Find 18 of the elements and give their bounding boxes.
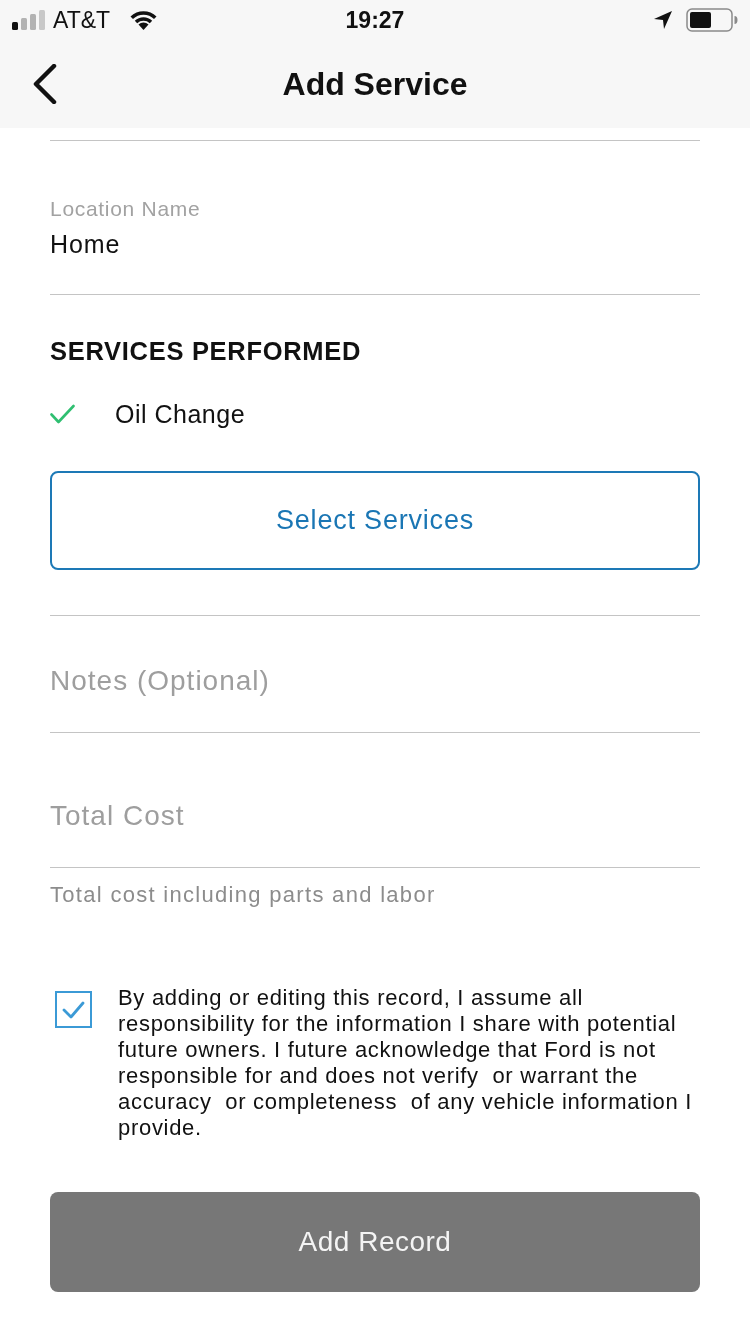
select-services-button[interactable]: Select Services: [50, 471, 700, 570]
checkbox[interactable]: [55, 991, 92, 1028]
notes-field[interactable]: Notes (Optional): [50, 661, 700, 701]
section-heading: SERVICES PERFORMED: [50, 336, 362, 367]
wifi-icon: [130, 10, 158, 30]
agreement-text: By adding or editing this record, I assume all responsibility for the information I share with potential future owners. I future acknowledge that Ford is not responsible for and does not verify or warrant the accuracy or completeness of any vehicle information I provide.: [118, 985, 694, 1141]
signal-icon: [12, 10, 45, 30]
field-label: Location Name: [50, 196, 201, 222]
location-name-field[interactable]: Home: [50, 227, 700, 261]
clock-time: 19:27: [345, 6, 405, 34]
service-label: Oil Change: [115, 399, 246, 429]
battery-icon: [686, 8, 738, 32]
total-cost-field[interactable]: Total Cost: [50, 796, 700, 836]
helper-text: Total cost including parts and labor: [50, 882, 436, 908]
screen-title: Add Service: [282, 65, 468, 103]
chevron-left-icon: [33, 64, 57, 104]
location-arrow-icon: [654, 11, 672, 29]
carrier-name: AT&T: [53, 6, 111, 34]
